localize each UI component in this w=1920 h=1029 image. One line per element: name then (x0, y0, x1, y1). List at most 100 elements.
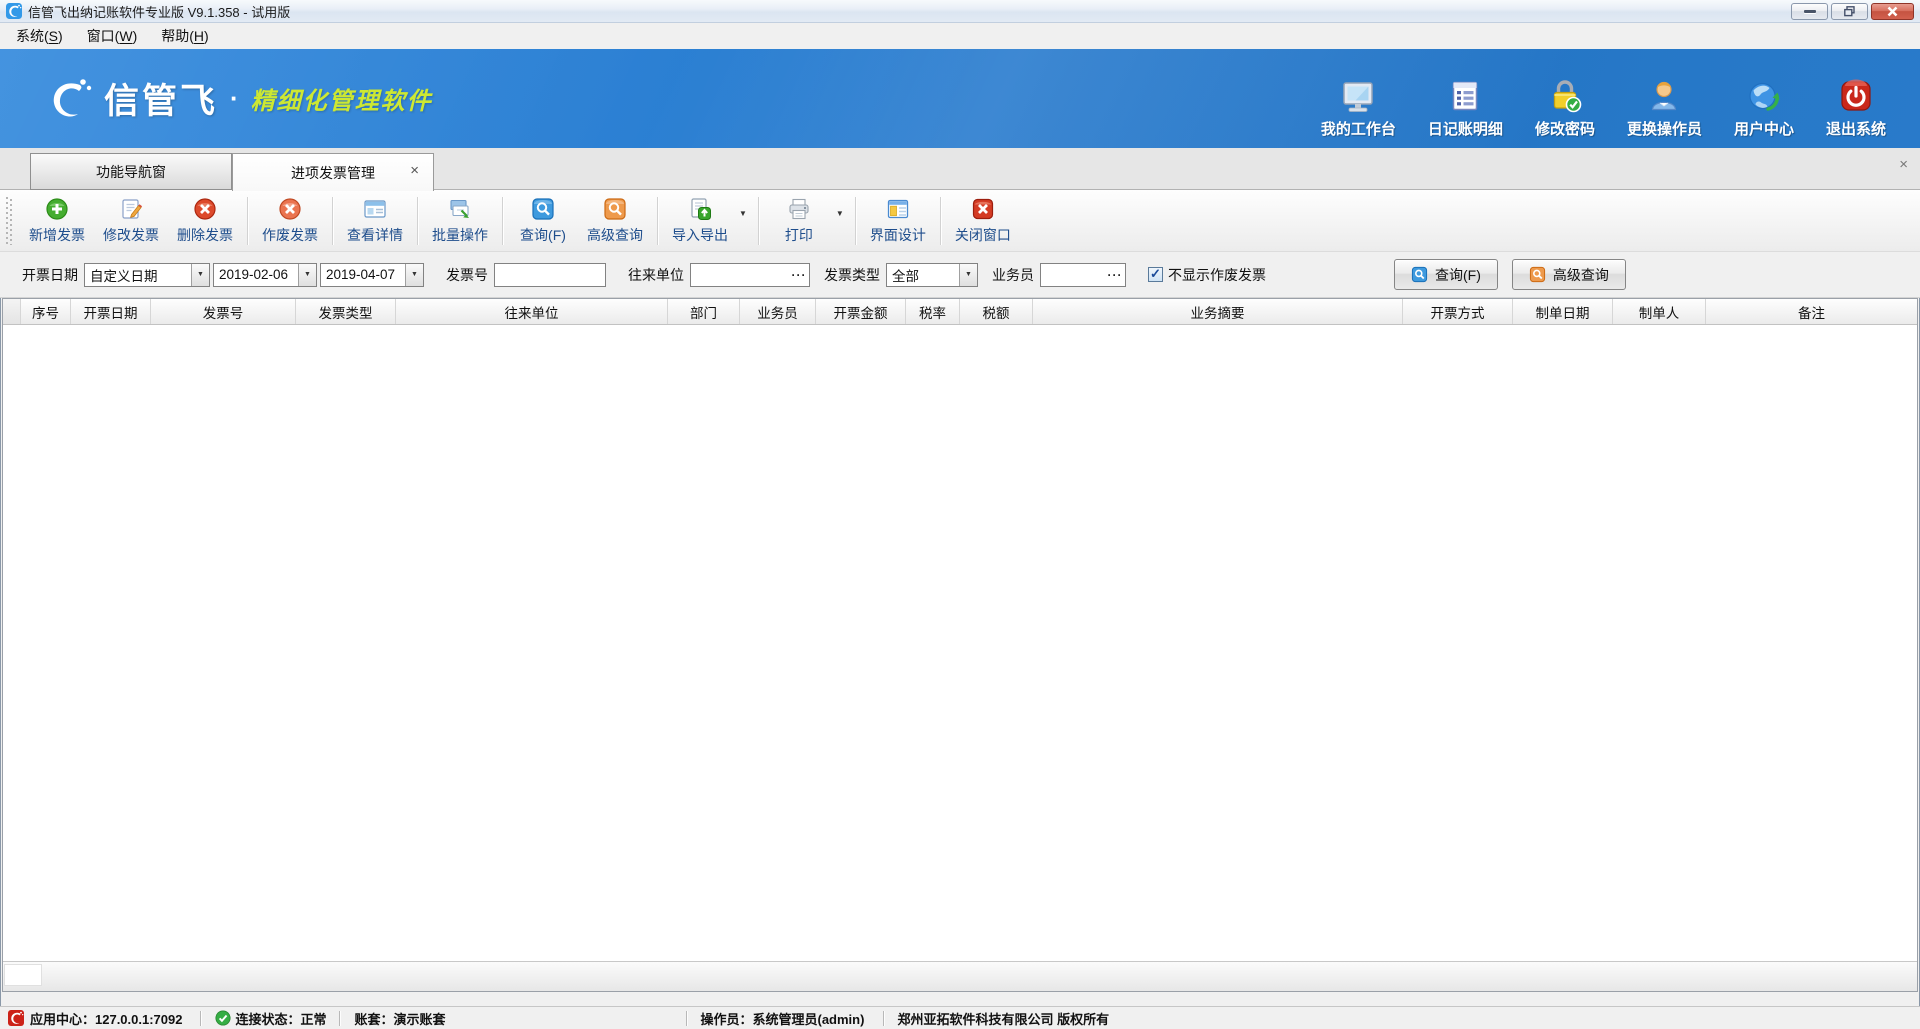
date-from-select[interactable]: 2019-02-06 ▼ (213, 263, 317, 287)
column-header-amount[interactable]: 开票金额 (816, 299, 906, 324)
view-details-button[interactable]: 查看详情 (338, 192, 412, 250)
hide-void-checkbox[interactable]: ✓ 不显示作废发票 (1148, 265, 1266, 285)
toolbar-button-label: 批量操作 (432, 225, 488, 245)
column-header-invoice-method[interactable]: 开票方式 (1403, 299, 1513, 324)
salesman-input[interactable]: ··· (1040, 263, 1126, 287)
date-to-select[interactable]: 2019-04-07 ▼ (320, 263, 424, 287)
column-header-tax-amount[interactable]: 税额 (960, 299, 1033, 324)
action-user-center[interactable]: 用户中心 (1734, 78, 1794, 139)
menu-accel-key: S (49, 28, 58, 44)
column-header-salesman[interactable]: 业务员 (740, 299, 816, 324)
grid-body-empty (3, 326, 1917, 960)
dropdown-arrow-glyph: ▼ (304, 271, 311, 278)
status-separator (200, 1011, 201, 1026)
ui-design-button[interactable]: 界面设计 (861, 192, 935, 250)
toolbar-button-label: 查询(F) (520, 225, 566, 245)
query-toolbar-button[interactable]: 查询(F) (508, 192, 578, 250)
column-header-invoice-date[interactable]: 开票日期 (71, 299, 151, 324)
menu-item-window[interactable]: 窗口(W) (75, 23, 150, 49)
action-journal-detail[interactable]: 日记账明细 (1428, 78, 1503, 139)
batch-operation-button[interactable]: 批量操作 (423, 192, 497, 250)
import-export-button[interactable]: 导入导出 (663, 192, 737, 250)
toolbar-button-label: 删除发票 (177, 225, 233, 245)
chevron-down-icon[interactable]: ▼ (298, 264, 316, 286)
chevron-down-icon[interactable]: ▼ (836, 209, 844, 218)
menu-label-part: ) (204, 28, 209, 44)
menu-label-part: ) (58, 28, 63, 44)
toolbar-separator (247, 197, 248, 245)
restore-button[interactable] (1831, 3, 1868, 20)
action-switch-operator[interactable]: 更换操作员 (1627, 78, 1702, 139)
advanced-query-toolbar-button[interactable]: 高级查询 (578, 192, 652, 250)
salesman-ellipsis-button[interactable]: ··· (1105, 264, 1125, 286)
toolbar-separator (332, 197, 333, 245)
add-invoice-button[interactable]: 新增发票 (20, 192, 94, 250)
action-exit-system[interactable]: 退出系统 (1826, 78, 1886, 139)
column-header-remark[interactable]: 备注 (1706, 299, 1917, 324)
menu-item-help[interactable]: 帮助(H) (149, 23, 220, 49)
action-my-workbench[interactable]: 我的工作台 (1321, 78, 1396, 139)
action-change-password[interactable]: 修改密码 (1535, 78, 1595, 139)
toolbar-grip[interactable] (6, 197, 12, 245)
column-header-invoice-type[interactable]: 发票类型 (296, 299, 396, 324)
menu-bar: 系统(S) 窗口(W) 帮助(H) (0, 23, 1920, 49)
date-mode-value: 自定义日期 (85, 265, 191, 285)
tabstrip-close-icon[interactable]: × (1899, 156, 1908, 173)
change-password-lock-icon (1547, 78, 1583, 114)
chevron-down-icon[interactable]: ▼ (191, 264, 209, 286)
column-header-seq[interactable]: 序号 (21, 299, 71, 324)
invoice-no-input[interactable] (494, 263, 606, 287)
partner-ellipsis-button[interactable]: ··· (789, 264, 809, 286)
status-separator (883, 1011, 884, 1026)
delete-invoice-button[interactable]: 删除发票 (168, 192, 242, 250)
partner-input-field[interactable] (691, 264, 789, 286)
edit-invoice-button[interactable]: 修改发票 (94, 192, 168, 250)
query-button[interactable]: 查询(F) (1394, 259, 1498, 290)
exit-power-icon (1838, 78, 1874, 114)
grid-footer (3, 961, 1917, 991)
column-header-created-date[interactable]: 制单日期 (1513, 299, 1613, 324)
chevron-down-icon[interactable]: ▼ (959, 264, 977, 286)
banner-action-label: 修改密码 (1535, 118, 1595, 139)
partner-input[interactable]: ··· (690, 263, 810, 287)
add-invoice-icon (45, 197, 69, 221)
toolbar-button-label: 修改发票 (103, 225, 159, 245)
brand-logo: 信管飞 · 精细化管理软件 (44, 49, 433, 148)
tab-function-navigator[interactable]: 功能导航窗 (30, 153, 232, 190)
ui-design-icon (886, 197, 910, 221)
menu-item-system[interactable]: 系统(S) (4, 23, 75, 49)
search-blue-icon (531, 197, 555, 221)
restore-icon (1844, 6, 1855, 17)
status-separator (339, 1011, 340, 1026)
check-icon: ✓ (1150, 267, 1161, 280)
toolbar-button-label: 关闭窗口 (955, 225, 1011, 245)
column-header-invoice-no[interactable]: 发票号 (151, 299, 296, 324)
tab-close-icon[interactable]: × (410, 163, 419, 178)
invoice-date-label: 开票日期 (22, 265, 78, 285)
toolbar-button-label: 新增发票 (29, 225, 85, 245)
close-button[interactable] (1871, 3, 1914, 20)
print-button[interactable]: 打印 (764, 192, 834, 250)
status-account-set: 账套：演示账套 (354, 1009, 445, 1028)
advanced-query-button[interactable]: 高级查询 (1512, 259, 1626, 290)
chevron-down-icon[interactable]: ▼ (739, 209, 747, 218)
toolbar-button-label: 作废发票 (262, 225, 318, 245)
date-mode-select[interactable]: 自定义日期 ▼ (84, 263, 210, 287)
void-invoice-button[interactable]: 作废发票 (253, 192, 327, 250)
column-header-summary[interactable]: 业务摘要 (1033, 299, 1403, 324)
brand-banner: 信管飞 · 精细化管理软件 我的工作台 日记账明细 修改密码 更换操作 (0, 49, 1920, 148)
tab-input-invoice-management[interactable]: 进项发票管理 × (232, 153, 434, 191)
banner-action-label: 日记账明细 (1428, 118, 1503, 139)
brand-swirl-icon (44, 75, 92, 123)
column-header-partner[interactable]: 往来单位 (396, 299, 668, 324)
column-header-tax-rate[interactable]: 税率 (906, 299, 960, 324)
status-app-center: 应用中心：127.0.0.1:7092 (30, 1009, 182, 1028)
column-header-creator[interactable]: 制单人 (1613, 299, 1706, 324)
minimize-button[interactable] (1791, 3, 1828, 20)
close-window-button[interactable]: 关闭窗口 (946, 192, 1020, 250)
edit-invoice-icon (119, 197, 143, 221)
column-header-department[interactable]: 部门 (668, 299, 740, 324)
chevron-down-icon[interactable]: ▼ (405, 264, 423, 286)
invoice-type-select[interactable]: 全部 ▼ (886, 263, 978, 287)
salesman-input-field[interactable] (1041, 264, 1105, 286)
